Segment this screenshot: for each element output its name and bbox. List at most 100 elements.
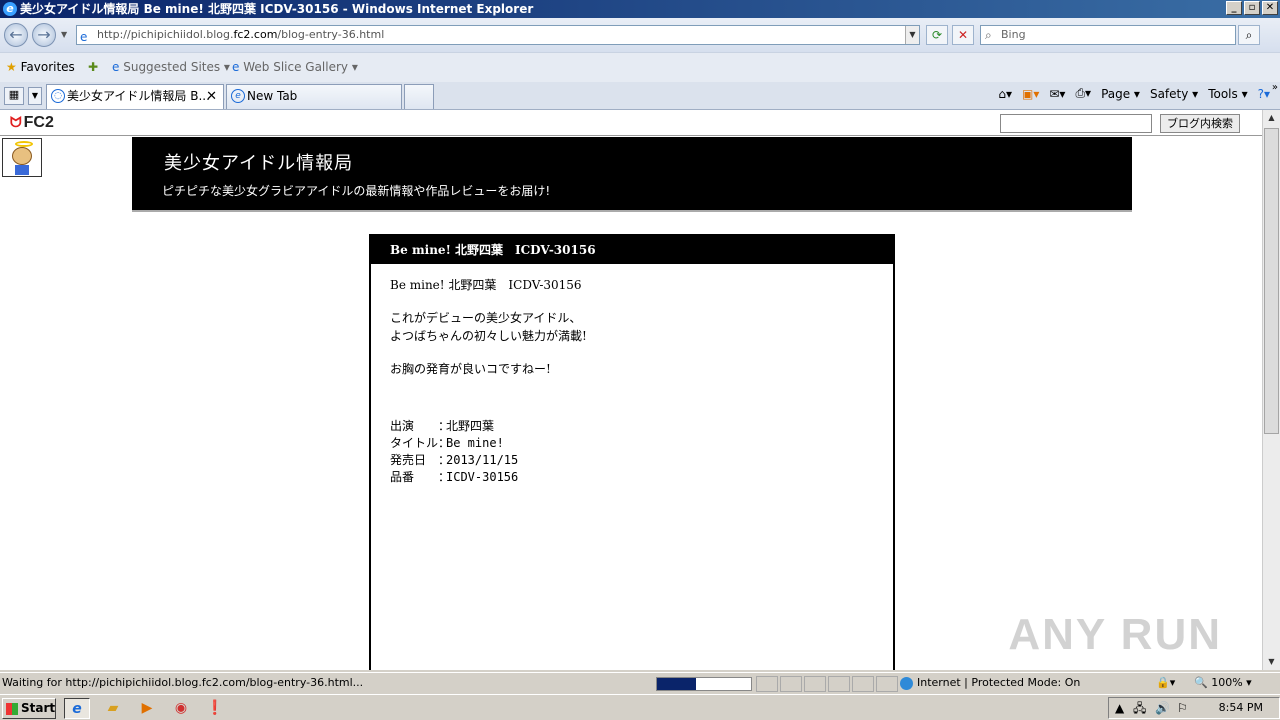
vertical-scrollbar[interactable]: ▲ ▼: [1262, 110, 1280, 670]
blog-header: 美少女アイドル情報局 ピチピチな美少女グラビアアイドルの最新情報や作品レビューを…: [132, 137, 1132, 212]
chevron-icon[interactable]: »: [1272, 82, 1278, 93]
feeds-icon[interactable]: ▣▾: [1022, 87, 1039, 101]
safety-menu[interactable]: Safety ▾: [1150, 87, 1198, 101]
windows-flag-icon: [6, 703, 18, 715]
ie-page-icon: e: [232, 60, 240, 74]
tab-new-tab[interactable]: e New Tab: [226, 84, 402, 109]
anyrun-watermark: ANY RUN: [1008, 610, 1222, 659]
volume-icon[interactable]: 🔊: [1155, 698, 1170, 718]
progress-fill: [657, 678, 697, 690]
meta-key: 出演 ：: [390, 419, 451, 433]
meta-value: 2013/11/15: [446, 453, 519, 467]
refresh-button[interactable]: ⟳: [926, 25, 948, 45]
status-cell: [852, 676, 874, 692]
entry-meta: 出演 ：北野四葉 タイトル： Be mine! 発売日 ： 2013/11/15 品…: [390, 418, 874, 486]
web-slice-gallery-link[interactable]: e Web Slice Gallery ▾: [232, 60, 358, 74]
tab-blog-label: 美少女アイドル情報局 B...: [67, 89, 210, 103]
address-bar[interactable]: e http://pichipichiidol.blog.fc2.com/blo…: [76, 25, 920, 45]
minimize-button[interactable]: _: [1226, 1, 1242, 15]
fc2-logo-text: FC2: [23, 114, 54, 131]
search-icon: ⌕: [985, 28, 992, 42]
scroll-down-icon[interactable]: ▼: [1264, 654, 1279, 670]
page-icon: e: [80, 30, 88, 44]
globe-icon: [900, 676, 913, 690]
favorites-label: Favorites: [20, 60, 75, 74]
search-input[interactable]: ⌕ Bing: [980, 25, 1236, 45]
status-cell: [780, 676, 802, 692]
tray-expand-icon[interactable]: ▲: [1115, 698, 1124, 718]
entry-heading[interactable]: Be mine! 北野四葉 ICDV-30156: [371, 236, 893, 264]
start-label: Start: [21, 701, 56, 715]
network-icon[interactable]: 🖧: [1133, 698, 1146, 718]
entry-text: よつばちゃんの初々しい魅力が満載!: [390, 329, 587, 343]
tab-list-dropdown-icon[interactable]: ▼: [28, 87, 42, 105]
security-zone[interactable]: Internet | Protected Mode: On: [900, 673, 1080, 693]
blog-search-input[interactable]: [1000, 114, 1152, 133]
page-menu[interactable]: Page ▾: [1101, 87, 1140, 101]
clock[interactable]: 8:54 PM: [1219, 698, 1263, 718]
blog-search-button[interactable]: ブログ内検索: [1160, 114, 1240, 133]
loading-progress: [656, 677, 752, 691]
action-center-flag-icon[interactable]: ⚐: [1177, 698, 1188, 718]
history-dropdown-icon[interactable]: ▼: [61, 30, 67, 39]
zone-text: Internet | Protected Mode: On: [917, 676, 1081, 689]
forward-button[interactable]: →: [32, 23, 56, 47]
dog-face-icon: [12, 147, 32, 165]
start-button[interactable]: Start: [2, 698, 56, 719]
window-titlebar: e 美少女アイドル情報局 Be mine! 北野四葉 ICDV-30156 - …: [0, 0, 1280, 18]
zoom-control[interactable]: 🔍 100% ▾: [1194, 673, 1252, 693]
tab-close-icon[interactable]: ✕: [206, 85, 217, 108]
quick-tabs-icon[interactable]: ▦: [4, 87, 24, 105]
meta-row: 出演 ：北野四葉: [390, 418, 874, 435]
mail-icon[interactable]: ✉▾: [1049, 87, 1065, 101]
address-dropdown-icon[interactable]: ▼: [905, 26, 919, 44]
favorites-button[interactable]: ★ Favorites: [6, 60, 75, 74]
taskbar-explorer-icon[interactable]: ▰: [100, 698, 126, 719]
meta-value: ICDV-30156: [446, 470, 519, 484]
entry-paragraph: これがデビューの美少女アイドル、 よつばちゃんの初々しい魅力が満載!: [390, 309, 874, 345]
avatar[interactable]: [2, 138, 42, 177]
tab-new-tab-label: New Tab: [247, 89, 298, 103]
add-favorites-icon[interactable]: ✚: [88, 60, 98, 74]
suggested-sites-link[interactable]: e Suggested Sites ▾: [112, 60, 230, 74]
stop-button[interactable]: ✕: [952, 25, 974, 45]
window-title: 美少女アイドル情報局 Be mine! 北野四葉 ICDV-30156 - Wi…: [20, 2, 534, 16]
ie-logo-icon: e: [3, 2, 17, 16]
tools-menu[interactable]: Tools ▾: [1208, 87, 1247, 101]
scroll-thumb[interactable]: [1264, 128, 1279, 434]
blog-title[interactable]: 美少女アイドル情報局: [164, 149, 353, 175]
halo-icon: [15, 141, 33, 147]
scroll-up-icon[interactable]: ▲: [1264, 110, 1279, 126]
status-cell: [804, 676, 826, 692]
entry-paragraph: お胸の発育が良いコですねー!: [390, 362, 551, 376]
print-icon[interactable]: ⎙▾: [1075, 86, 1091, 101]
tab-bar: ▦ ▼ ◌ 美少女アイドル情報局 B... ✕ e New Tab ⌂▾ ▣▾ …: [0, 82, 1280, 110]
help-icon[interactable]: ?▾: [1258, 87, 1270, 101]
search-go-button[interactable]: ⌕: [1238, 25, 1260, 45]
url-prefix: http://pichipichiidol.blog.: [97, 28, 234, 41]
meta-row: 品番 ： ICDV-30156: [390, 469, 874, 486]
system-tray: ▲ 🖧 🔊 ⚐ 8:54 PM: [1108, 697, 1280, 719]
meta-value: 北野四葉: [446, 419, 495, 433]
page-viewport: ᗢ FC2 ブログ内検索 美少女アイドル情報局 ピチピチな美少女グラビアアイドルの…: [0, 110, 1262, 670]
url-domain: fc2.com: [233, 28, 278, 41]
fc2-logo[interactable]: ᗢ FC2: [10, 114, 54, 132]
tab-blog[interactable]: ◌ 美少女アイドル情報局 B... ✕: [46, 84, 224, 109]
taskbar-alert-icon[interactable]: ❗: [202, 698, 228, 719]
taskbar-media-player-icon[interactable]: ▶: [134, 698, 160, 719]
close-button[interactable]: ✕: [1262, 1, 1278, 15]
maximize-button[interactable]: ▫: [1244, 1, 1260, 15]
taskbar-chrome-icon[interactable]: ◉: [168, 698, 194, 719]
blog-subtitle: ピチピチな美少女グラビアアイドルの最新情報や作品レビューをお届け!: [162, 184, 551, 198]
taskbar-ie-icon[interactable]: e: [64, 698, 90, 719]
ie-page-icon: e: [112, 60, 120, 74]
status-cell: [828, 676, 850, 692]
protected-mode-icon[interactable]: 🔒▾: [1156, 673, 1175, 693]
back-button[interactable]: ←: [4, 23, 28, 47]
new-tab-button[interactable]: [404, 84, 434, 109]
meta-row: 発売日 ： 2013/11/15: [390, 452, 874, 469]
zoom-icon: 🔍: [1194, 676, 1208, 689]
status-cell: [756, 676, 778, 692]
zoom-level: 100%: [1211, 676, 1243, 689]
home-icon[interactable]: ⌂▾: [998, 87, 1012, 101]
